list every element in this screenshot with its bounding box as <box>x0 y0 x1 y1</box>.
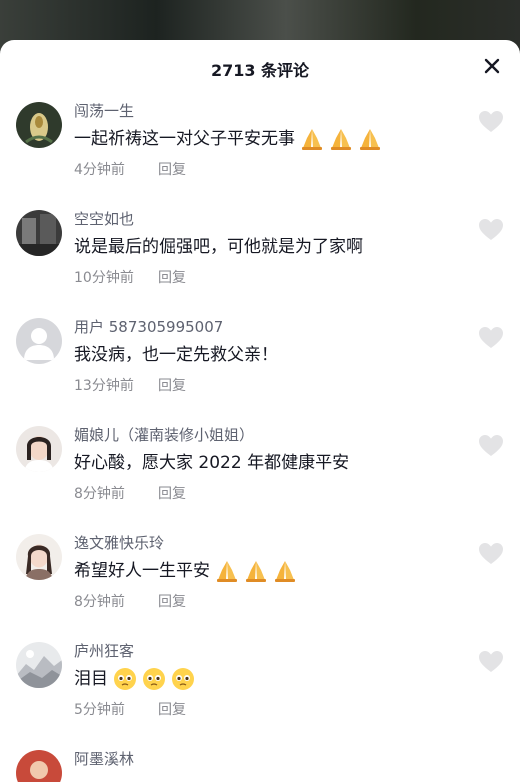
comment-username[interactable]: 用户 587305995007 <box>74 316 464 338</box>
comment-time: 10分钟前 <box>74 270 134 286</box>
comments-sheet: 2713 条评论 闯荡一生 一起祈祷这一对父子平安无事 4分钟前 回复 空空如也… <box>0 40 520 782</box>
avatar[interactable] <box>16 318 62 364</box>
comment-text: 一起祈祷这一对父子平安无事 <box>74 126 464 152</box>
folded-hands-emoji <box>217 561 237 582</box>
reply-button[interactable]: 回复 <box>158 268 186 288</box>
comment-text-content: 说是最后的倔强吧，可他就是为了家啊 <box>74 237 363 257</box>
comment-text-content: 希望好人一生平安 <box>74 561 210 581</box>
comment-username[interactable]: 庐州狂客 <box>74 640 464 662</box>
comment-item: 媚娘儿（灌南装修小姐姐） 好心酸，愿大家 2022 年都健康平安 8分钟前 回复 <box>0 420 520 528</box>
comment-item-partial: 阿墨溪林 <box>0 744 520 782</box>
comment-text: 希望好人一生平安 <box>74 558 464 584</box>
comment-item: 逸文雅快乐玲 希望好人一生平安 8分钟前 回复 <box>0 528 520 636</box>
folded-hands-emoji <box>360 129 380 150</box>
comment-username[interactable]: 阿墨溪林 <box>74 748 464 770</box>
heart-icon[interactable] <box>478 434 504 458</box>
pleading-face-emoji <box>172 668 194 690</box>
avatar[interactable] <box>16 102 62 148</box>
comment-item: 空空如也 说是最后的倔强吧，可他就是为了家啊 10分钟前 回复 <box>0 204 520 312</box>
close-icon <box>484 58 500 74</box>
heart-icon[interactable] <box>478 218 504 242</box>
comment-text: 说是最后的倔强吧，可他就是为了家啊 <box>74 234 464 260</box>
comment-username[interactable]: 媚娘儿（灌南装修小姐姐） <box>74 424 464 446</box>
reply-button[interactable]: 回复 <box>158 700 186 720</box>
comment-text-content: 一起祈祷这一对父子平安无事 <box>74 129 295 149</box>
comment-text-content: 泪目 <box>74 669 108 689</box>
comment-item: 闯荡一生 一起祈祷这一对父子平安无事 4分钟前 回复 <box>0 96 520 204</box>
sheet-header: 2713 条评论 <box>0 40 520 96</box>
comment-list: 闯荡一生 一起祈祷这一对父子平安无事 4分钟前 回复 空空如也 说是最后的倔强吧… <box>0 96 520 782</box>
avatar[interactable] <box>16 642 62 688</box>
heart-icon[interactable] <box>478 110 504 134</box>
comment-username[interactable]: 逸文雅快乐玲 <box>74 532 464 554</box>
avatar[interactable] <box>16 750 62 782</box>
comment-text-content: 我没病，也一定先救父亲！ <box>74 345 278 365</box>
heart-icon[interactable] <box>478 650 504 674</box>
heart-icon[interactable] <box>478 326 504 350</box>
reply-button[interactable]: 回复 <box>158 592 186 612</box>
reply-button[interactable]: 回复 <box>158 484 186 504</box>
folded-hands-emoji <box>246 561 266 582</box>
pleading-face-emoji <box>143 668 165 690</box>
comment-time: 8分钟前 <box>74 594 125 610</box>
comment-time: 4分钟前 <box>74 162 125 178</box>
avatar[interactable] <box>16 426 62 472</box>
close-button[interactable] <box>480 54 504 78</box>
avatar[interactable] <box>16 534 62 580</box>
comment-text: 好心酸，愿大家 2022 年都健康平安 <box>74 450 464 476</box>
pleading-face-emoji <box>114 668 136 690</box>
comment-time: 8分钟前 <box>74 486 125 502</box>
comment-time: 13分钟前 <box>74 378 134 394</box>
comment-text: 泪目 <box>74 666 464 692</box>
reply-button[interactable]: 回复 <box>158 376 186 396</box>
comment-username[interactable]: 空空如也 <box>74 208 464 230</box>
comment-text-content: 好心酸，愿大家 2022 年都健康平安 <box>74 453 350 473</box>
comment-item: 用户 587305995007 我没病，也一定先救父亲！ 13分钟前 回复 <box>0 312 520 420</box>
folded-hands-emoji <box>331 129 351 150</box>
folded-hands-emoji <box>275 561 295 582</box>
heart-icon[interactable] <box>478 542 504 566</box>
comment-text: 我没病，也一定先救父亲！ <box>74 342 464 368</box>
comment-time: 5分钟前 <box>74 702 125 718</box>
comment-username[interactable]: 闯荡一生 <box>74 100 464 122</box>
comment-count-title: 2713 条评论 <box>210 61 310 80</box>
avatar[interactable] <box>16 210 62 256</box>
folded-hands-emoji <box>302 129 322 150</box>
reply-button[interactable]: 回复 <box>158 160 186 180</box>
comment-item: 庐州狂客 泪目 5分钟前 回复 <box>0 636 520 744</box>
